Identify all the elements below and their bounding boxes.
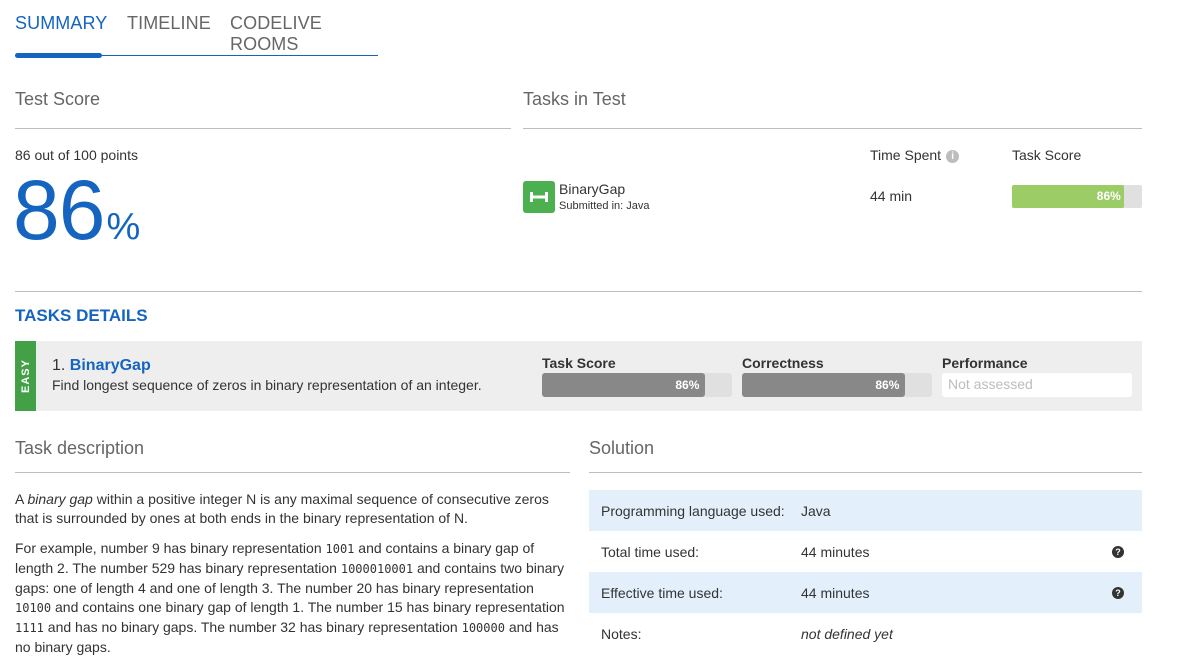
help-icon[interactable]: ?: [1112, 546, 1124, 558]
solution-row-effective-time: Effective time used: 44 minutes ?: [589, 572, 1142, 613]
row-value: 44 minutes: [801, 544, 870, 560]
task-link[interactable]: BinaryGap: [70, 357, 151, 374]
row-key: Programming language used:: [601, 503, 785, 519]
text: A: [15, 491, 28, 507]
task-score-fill: 86%: [542, 373, 706, 397]
tab-timeline[interactable]: TIMELINE: [127, 13, 211, 34]
task-details-row: EASY 1. BinaryGap Find longest sequence …: [15, 341, 1142, 411]
task-score-value: 86%: [1096, 189, 1121, 203]
text: within a positive integer N is any maxim…: [15, 491, 549, 526]
task-score-bar: 86%: [542, 373, 732, 397]
code: 10100: [15, 601, 52, 615]
correctness-value: 86%: [875, 378, 900, 392]
tab-codelive-rooms[interactable]: CODELIVE ROOMS: [230, 13, 378, 55]
submitted-language: Submitted in: Java: [559, 200, 650, 212]
task-title: 1. BinaryGap: [52, 357, 151, 375]
time-spent-text: Time Spent: [870, 147, 942, 163]
points-text: 86 out of 100 points: [15, 147, 138, 163]
divider: [15, 128, 511, 129]
score-value: 86: [13, 163, 105, 257]
percent-sign: %: [106, 206, 141, 248]
task-score-value: 86%: [675, 378, 700, 392]
tasks-details-title: TASKS DETAILS: [15, 306, 148, 325]
test-score-title: Test Score: [15, 89, 101, 109]
task-score-fill: 86%: [1012, 185, 1124, 208]
divider: [15, 472, 570, 473]
row-key: Effective time used:: [601, 585, 723, 601]
row-value: Java: [801, 503, 831, 519]
emphasis: binary gap: [27, 491, 93, 507]
solution-row-notes: Notes: not defined yet: [589, 613, 1142, 654]
active-tab-indicator: [15, 53, 102, 58]
dumbbell-icon: [523, 181, 555, 213]
divider: [589, 472, 1142, 473]
task-name[interactable]: BinaryGap: [559, 181, 625, 197]
description-paragraph-1: A binary gap within a positive integer N…: [15, 490, 570, 528]
tab-summary[interactable]: SUMMARY: [15, 13, 107, 34]
info-icon[interactable]: i: [946, 150, 960, 163]
row-key: Total time used:: [601, 544, 700, 560]
code: 100000: [461, 621, 505, 635]
score-percentage: 86%: [13, 168, 140, 252]
divider: [523, 128, 1142, 129]
row-key: Notes:: [601, 626, 642, 642]
solution-row-language: Programming language used: Java: [589, 490, 1142, 531]
performance-value: Not assessed: [942, 373, 1132, 397]
difficulty-text: EASY: [19, 359, 32, 393]
time-spent-value: 44 min: [870, 188, 913, 204]
row-value: 44 minutes: [801, 585, 870, 601]
row-value: not defined yet: [801, 626, 893, 642]
code: 1001: [325, 542, 355, 556]
text: For example, number 9 has binary represe…: [15, 540, 326, 556]
task-short-description: Find longest sequence of zeros in binary…: [52, 377, 482, 393]
tab-bar: SUMMARY TIMELINE CODELIVE ROOMS: [15, 0, 378, 58]
task-score-label: Task Score: [1012, 147, 1082, 163]
task-score-bar: 86%: [1012, 185, 1142, 208]
text: and contains one binary gap of length 1.…: [51, 599, 565, 615]
task-description-title: Task description: [15, 438, 145, 458]
solution-row-total-time: Total time used: 44 minutes ?: [589, 531, 1142, 572]
task-number: 1.: [52, 357, 66, 374]
tasks-in-test-title: Tasks in Test: [523, 89, 626, 109]
correctness-bar: 86%: [742, 373, 932, 397]
correctness-label: Correctness: [742, 355, 824, 371]
help-icon[interactable]: ?: [1112, 587, 1124, 599]
text: and has no binary gaps. The number 32 ha…: [43, 619, 462, 635]
solution-title: Solution: [589, 438, 655, 458]
divider: [15, 291, 1142, 292]
code: 1000010001: [340, 562, 414, 576]
code: 1111: [15, 621, 44, 635]
task-score-label: Task Score: [542, 355, 616, 371]
correctness-fill: 86%: [742, 373, 906, 397]
time-spent-label: Time Spent i: [870, 147, 960, 163]
performance-label: Performance: [942, 355, 1028, 371]
difficulty-badge: EASY: [15, 341, 36, 411]
description-paragraph-2: For example, number 9 has binary represe…: [15, 539, 570, 657]
